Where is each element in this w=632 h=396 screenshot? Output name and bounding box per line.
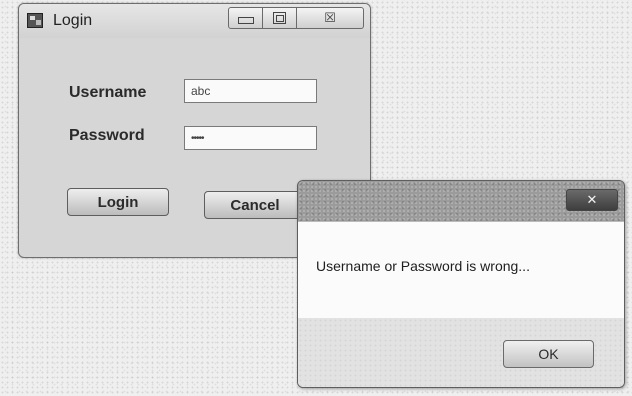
cancel-button[interactable]: Cancel <box>204 191 306 219</box>
password-label: Password <box>69 127 145 144</box>
error-message-box: ✕ Username or Password is wrong... OK <box>297 180 625 388</box>
minimize-icon <box>237 16 254 24</box>
login-titlebar[interactable]: Login ☒ <box>19 4 370 38</box>
minimize-button[interactable] <box>228 7 263 29</box>
app-icon <box>27 13 43 28</box>
message-box-close-button[interactable]: ✕ <box>566 189 618 211</box>
error-message-text: Username or Password is wrong... <box>316 258 530 274</box>
window-title: Login <box>53 12 93 29</box>
close-button[interactable]: ☒ <box>297 7 364 29</box>
username-input[interactable] <box>184 79 317 103</box>
close-icon: ✕ <box>586 192 598 208</box>
login-button[interactable]: Login <box>67 188 169 216</box>
message-box-content: Username or Password is wrong... <box>298 221 624 319</box>
window-controls: ☒ <box>228 7 364 31</box>
password-input[interactable] <box>184 126 317 150</box>
username-label: Username <box>69 84 147 101</box>
maximize-icon <box>273 12 286 24</box>
ok-button[interactable]: OK <box>503 340 594 368</box>
close-icon: ☒ <box>324 10 336 26</box>
maximize-button[interactable] <box>263 7 297 29</box>
message-box-titlebar[interactable]: ✕ <box>298 181 624 221</box>
